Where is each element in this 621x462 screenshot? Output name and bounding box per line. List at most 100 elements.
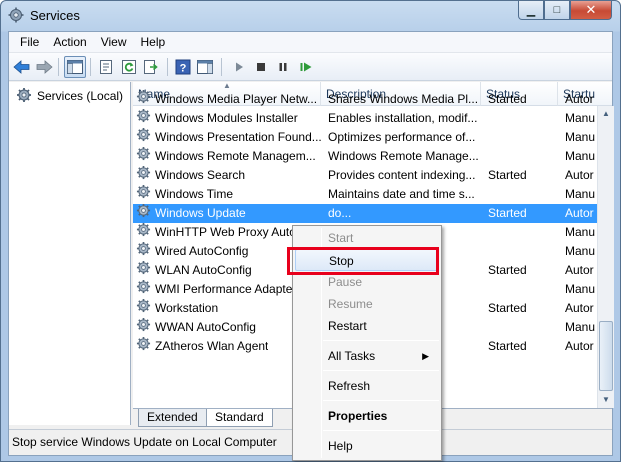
context-menu-item-help[interactable]: Help: [295, 435, 439, 457]
toolbar-separator: [58, 58, 59, 76]
start-service-icon[interactable]: [230, 58, 248, 76]
service-status: [488, 318, 558, 337]
service-gear-icon: [136, 299, 151, 318]
service-status: [488, 109, 558, 128]
restart-service-icon[interactable]: [297, 58, 315, 76]
service-description: Shares Windows Media Pl...: [328, 92, 478, 106]
service-status: [488, 223, 558, 242]
service-name-cell: Windows Time: [136, 185, 322, 204]
service-description: Optimizes performance of...: [328, 130, 476, 144]
properties-icon[interactable]: [97, 58, 115, 76]
scroll-up-icon[interactable]: ▲: [598, 106, 614, 122]
context-menu-item-label: Resume: [328, 297, 373, 311]
vertical-scrollbar[interactable]: ▲ ▼: [597, 106, 614, 408]
stop-service-icon[interactable]: [252, 58, 270, 76]
service-description: Provides content indexing...: [328, 168, 476, 182]
context-menu-item-start[interactable]: Start: [295, 227, 439, 249]
tab-extended[interactable]: Extended: [138, 409, 207, 427]
service-gear-icon: [136, 109, 151, 128]
service-row[interactable]: Windows Search Provides content indexing.…: [133, 166, 612, 185]
scroll-down-icon[interactable]: ▼: [598, 392, 614, 408]
back-arrow-icon[interactable]: [13, 58, 31, 76]
service-status: Started: [488, 263, 527, 277]
close-button[interactable]: ✕: [570, 1, 612, 20]
services-app-icon: [8, 7, 24, 23]
forward-arrow-icon[interactable]: [35, 58, 53, 76]
minimize-icon: ▁: [526, 4, 536, 17]
service-name: Windows Search: [155, 168, 246, 182]
service-description: Enables installation, modif...: [328, 111, 478, 125]
show-hide-console-tree-icon[interactable]: [64, 56, 86, 78]
context-menu-item-label: Properties: [328, 409, 388, 423]
service-name: Windows Remote Managem...: [155, 149, 316, 163]
service-name-cell: Windows Presentation Found...: [136, 128, 322, 147]
context-menu-item-restart[interactable]: Restart: [295, 315, 439, 337]
svg-text:?: ?: [180, 63, 187, 75]
service-name-cell: Windows Update: [136, 204, 322, 223]
toolbar-separator: [90, 58, 91, 76]
help-icon[interactable]: ?: [174, 58, 192, 76]
service-row[interactable]: Windows Modules Installer Enables install…: [133, 109, 612, 128]
service-name-cell: Windows Modules Installer: [136, 109, 322, 128]
menu-help[interactable]: Help: [134, 32, 173, 53]
service-status: [488, 185, 558, 204]
service-name: WMI Performance Adapter: [155, 282, 297, 296]
service-name-cell: Windows Search: [136, 166, 322, 185]
export-list-icon[interactable]: [142, 58, 160, 76]
service-row[interactable]: Windows Remote Managem... Windows Remote …: [133, 147, 612, 166]
context-menu-separator: [323, 370, 439, 371]
minimize-button[interactable]: ▁: [518, 1, 544, 20]
service-name: Wired AutoConfig: [155, 244, 249, 258]
context-menu-item-label: All Tasks: [328, 349, 376, 363]
context-menu-item-all-tasks[interactable]: All Tasks ▶: [295, 345, 439, 367]
context-menu-item-refresh[interactable]: Refresh: [295, 375, 439, 397]
tree-item-services-local[interactable]: Services (Local): [13, 86, 126, 106]
close-icon: ✕: [585, 2, 597, 17]
service-name-cell: Windows Remote Managem...: [136, 147, 322, 166]
service-gear-icon: [136, 90, 151, 109]
context-menu-item-properties[interactable]: Properties: [295, 405, 439, 427]
context-menu-separator: [323, 430, 439, 431]
service-status: Started: [488, 168, 527, 182]
tab-standard[interactable]: Standard: [206, 409, 273, 427]
pause-service-icon[interactable]: [274, 58, 292, 76]
service-gear-icon: [136, 166, 151, 185]
service-status: Started: [488, 339, 527, 353]
maximize-button[interactable]: □: [544, 1, 570, 20]
scrollbar-thumb[interactable]: [599, 321, 613, 391]
menu-view[interactable]: View: [94, 32, 134, 53]
tree-item-label: Services (Local): [37, 89, 124, 103]
service-row[interactable]: Windows Time Maintains date and time s...…: [133, 185, 612, 204]
menu-action[interactable]: Action: [46, 32, 93, 53]
show-hide-action-pane-icon[interactable]: [196, 58, 214, 76]
service-row[interactable]: Windows Update do... Started Autor: [133, 204, 612, 223]
service-name: Workstation: [155, 301, 219, 315]
context-menu-item-label: Restart: [328, 319, 367, 333]
service-status: [488, 147, 558, 166]
window-title: Services: [30, 8, 80, 23]
context-menu-separator: [323, 400, 439, 401]
gear-icon: [16, 87, 32, 106]
toolbar: ?: [9, 53, 612, 81]
context-menu-item-resume[interactable]: Resume: [295, 293, 439, 315]
caption-buttons: ▁ □ ✕: [518, 1, 612, 21]
context-menu-item-label: Pause: [328, 275, 363, 289]
service-name: WinHTTP Web Proxy Auto: [155, 225, 296, 239]
service-row[interactable]: Windows Media Player Netw... Shares Windo…: [133, 90, 612, 109]
service-gear-icon: [136, 242, 151, 261]
service-name: Windows Media Player Netw...: [155, 92, 318, 106]
service-row[interactable]: Windows Presentation Found... Optimizes p…: [133, 128, 612, 147]
service-gear-icon: [136, 318, 151, 337]
menu-file[interactable]: File: [13, 32, 46, 53]
title-bar[interactable]: Services ▁ □ ✕: [1, 1, 620, 31]
submenu-arrow-icon: ▶: [422, 351, 429, 361]
context-menu-item-label: Refresh: [328, 379, 371, 393]
toolbar-separator: [167, 58, 168, 76]
service-status: Started: [488, 206, 527, 220]
toolbar-separator: [221, 58, 222, 76]
maximize-icon: □: [553, 4, 561, 16]
service-name: WWAN AutoConfig: [155, 320, 256, 334]
refresh-icon[interactable]: [120, 58, 138, 76]
service-gear-icon: [136, 185, 151, 204]
service-name: WLAN AutoConfig: [155, 263, 252, 277]
